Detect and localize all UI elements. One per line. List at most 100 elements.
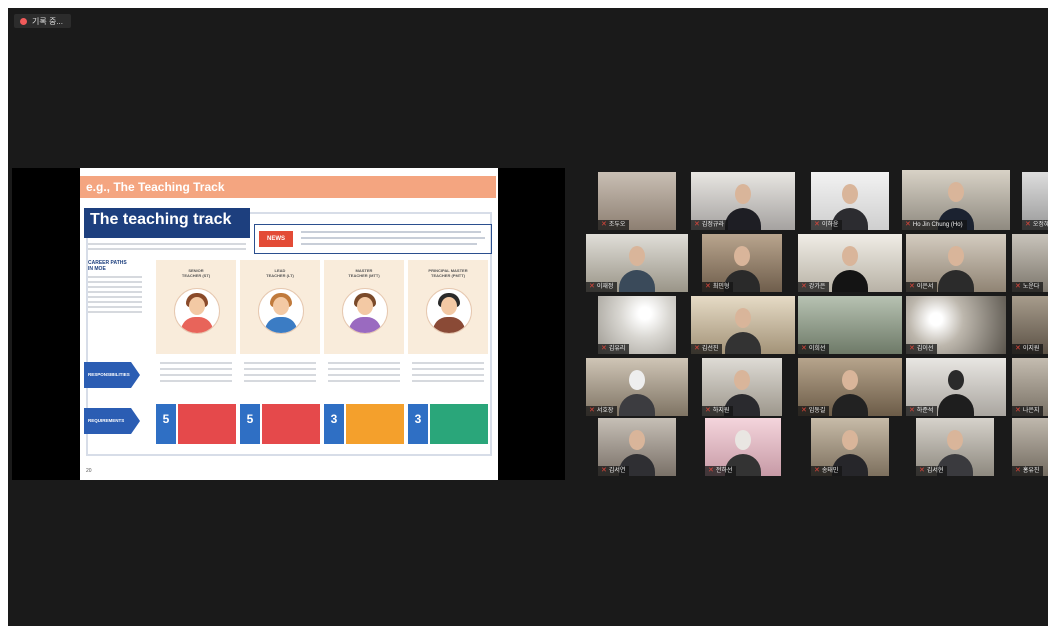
participant-name: 김정규라 — [701, 222, 724, 228]
muted-mic-icon: ✕ — [919, 467, 925, 474]
participant-name: 김서현 — [926, 468, 944, 474]
slide-title: The teaching track — [84, 208, 250, 238]
participant-name-tag: ✕ 오정혜 — [1022, 220, 1048, 230]
muted-mic-icon: ✕ — [909, 283, 915, 290]
participant-name-tag: ✕ 나은지 — [1012, 406, 1044, 416]
muted-mic-icon: ✕ — [1015, 283, 1021, 290]
recording-indicator[interactable]: 기록 중... — [14, 14, 71, 28]
participant-name: 강가은 — [808, 284, 826, 290]
participant-name: 김이선 — [916, 346, 934, 352]
video-tile[interactable]: ✕ 조두오 — [598, 172, 676, 230]
video-tile[interactable]: ✕ 김서연 — [598, 418, 676, 476]
requirement-cell: 5 — [240, 404, 320, 444]
video-tile[interactable]: ✕ 이희선 — [798, 296, 902, 354]
requirement-number: 3 — [408, 404, 428, 444]
participant-name: 조두오 — [608, 222, 626, 228]
participant-name: 최민형 — [712, 284, 730, 290]
participant-name-tag: ✕ 이지원 — [1012, 344, 1044, 354]
news-label: NEWS — [259, 231, 293, 247]
participant-name-tag: ✕ 김서연 — [598, 466, 630, 476]
video-tile[interactable]: ✕ 오정혜 — [1022, 172, 1048, 230]
muted-mic-icon: ✕ — [705, 283, 711, 290]
video-tile[interactable]: ✕ 최민형 — [702, 234, 782, 292]
video-tile[interactable]: ✕ 송태민 — [811, 418, 889, 476]
video-tile-active-speaker[interactable]: ✕ Ho Jin Chung (Ho) — [902, 170, 1010, 230]
requirement-number: 5 — [156, 404, 176, 444]
record-icon — [20, 17, 27, 25]
video-tile[interactable]: ✕ 임동길 — [798, 358, 902, 416]
video-tile[interactable]: ✕ 이재정 — [586, 234, 688, 292]
recording-label: 기록 중... — [32, 16, 63, 26]
participant-name-tag: ✕ 서호장 — [586, 406, 618, 416]
card-role: LEAD TEACHER (LT) — [266, 268, 294, 278]
card-lead-teacher: LEAD TEACHER (LT) — [240, 260, 320, 354]
muted-mic-icon: ✕ — [801, 407, 807, 414]
career-paths-column: CAREER PATHS IN MOE — [88, 260, 142, 350]
avatar-body — [433, 317, 465, 333]
teacher-avatar-icon — [342, 288, 388, 334]
participant-name-tag: ✕ 하지원 — [702, 406, 734, 416]
participant-name-tag: ✕ 송태민 — [811, 466, 843, 476]
participant-name-tag: ✕ 조두오 — [598, 220, 630, 230]
avatar-head — [273, 297, 289, 315]
muted-mic-icon: ✕ — [1015, 407, 1021, 414]
responsibility-text — [324, 358, 404, 392]
teacher-avatar-icon — [258, 288, 304, 334]
card-senior-teacher: SENIOR TEACHER (ST) — [156, 260, 236, 354]
zoom-meeting-window: 기록 중... e.g., The Teaching Track The tea… — [8, 8, 1048, 626]
video-tile[interactable]: ✕ 김유리 — [598, 296, 676, 354]
video-tile[interactable]: ✕ 이하윤 — [811, 172, 889, 230]
video-tile[interactable]: ✕ 김이선 — [906, 296, 1006, 354]
avatar-head — [189, 297, 205, 315]
requirement-icons — [346, 404, 404, 444]
shared-screen[interactable]: e.g., The Teaching Track The teaching tr… — [12, 168, 565, 480]
participant-name-tag: ✕ 최민형 — [702, 282, 734, 292]
participant-name-tag: ✕ 노운다 — [1012, 282, 1044, 292]
video-tile[interactable]: ✕ 강가은 — [798, 234, 902, 292]
video-tile[interactable]: ✕ 김서현 — [916, 418, 994, 476]
requirement-icons — [262, 404, 320, 444]
video-tile[interactable]: ✕ 이은서 — [906, 234, 1006, 292]
muted-mic-icon: ✕ — [909, 407, 915, 414]
muted-mic-icon: ✕ — [589, 407, 595, 414]
participant-name: 홍유진 — [1022, 468, 1040, 474]
muted-mic-icon: ✕ — [708, 467, 714, 474]
avatar-body — [349, 317, 381, 333]
participant-name: 하준석 — [916, 408, 934, 414]
participant-name-tag: ✕ 김유리 — [598, 344, 630, 354]
teacher-avatar-icon — [174, 288, 220, 334]
video-tile[interactable]: ✕ 서호장 — [586, 358, 688, 416]
card-principal-master-teacher: PRINCIPAL MASTER TEACHER (PMTT) — [408, 260, 488, 354]
participant-name: 나은지 — [1022, 408, 1040, 414]
video-tile[interactable]: ✕ 홍유진 — [1012, 418, 1048, 476]
participant-name-tag: ✕ 이은서 — [906, 282, 938, 292]
participant-name: 이지원 — [1022, 346, 1040, 352]
muted-mic-icon: ✕ — [801, 283, 807, 290]
responsibility-text — [240, 358, 320, 392]
video-tile[interactable]: ✕ 노운다 — [1012, 234, 1048, 292]
participant-name-tag: ✕ Ho Jin Chung (Ho) — [902, 220, 967, 230]
participant-name-tag: ✕ 임동길 — [798, 406, 830, 416]
participant-name: 전하선 — [715, 468, 733, 474]
participant-name-tag: ✕ 김선진 — [691, 344, 723, 354]
requirement-cell: 3 — [324, 404, 404, 444]
card-master-teacher: MASTER TEACHER (MTT) — [324, 260, 404, 354]
muted-mic-icon: ✕ — [1015, 345, 1021, 352]
participant-name: Ho Jin Chung (Ho) — [912, 222, 963, 228]
video-tile[interactable]: ✕ 나은지 — [1012, 358, 1048, 416]
muted-mic-icon: ✕ — [905, 221, 911, 228]
participant-name: 이하윤 — [821, 222, 839, 228]
video-tile[interactable]: ✕ 전하선 — [705, 418, 781, 476]
teacher-avatar-icon — [426, 288, 472, 334]
video-tile[interactable]: ✕ 김선진 — [691, 296, 795, 354]
muted-mic-icon: ✕ — [801, 345, 807, 352]
video-tile[interactable]: ✕ 이지원 — [1012, 296, 1048, 354]
video-tile[interactable]: ✕ 김정규라 — [691, 172, 795, 230]
participant-name-tag: ✕ 강가은 — [798, 282, 830, 292]
video-tile[interactable]: ✕ 하준석 — [906, 358, 1006, 416]
avatar-head — [441, 297, 457, 315]
news-box: NEWS — [254, 224, 492, 254]
video-tile[interactable]: ✕ 하지원 — [702, 358, 782, 416]
muted-mic-icon: ✕ — [814, 221, 820, 228]
presentation-slide: e.g., The Teaching Track The teaching tr… — [80, 168, 498, 480]
